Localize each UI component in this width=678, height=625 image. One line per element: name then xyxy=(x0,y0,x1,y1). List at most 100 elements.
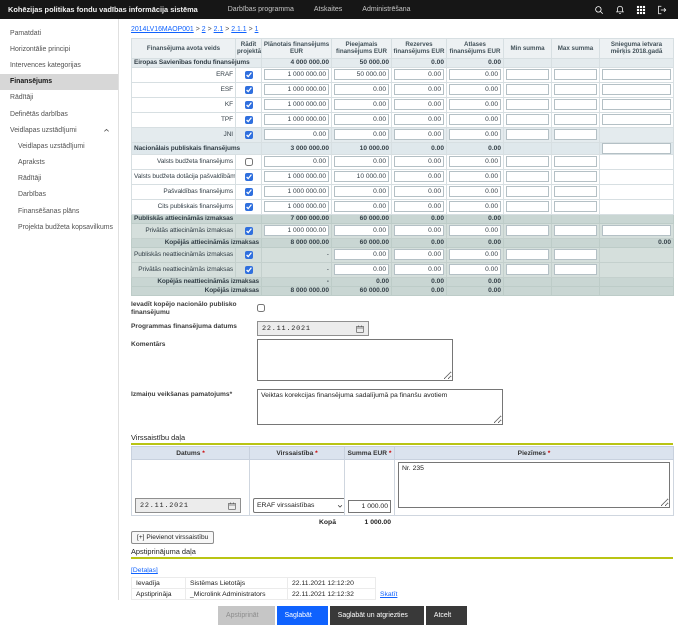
planned-amount-input[interactable] xyxy=(264,186,329,197)
search-icon[interactable] xyxy=(591,2,607,18)
target-2018-amount-input[interactable] xyxy=(602,114,671,125)
min-amount-input[interactable] xyxy=(506,186,549,197)
max-amount-input[interactable] xyxy=(554,114,597,125)
max-amount-input[interactable] xyxy=(554,249,597,260)
show-in-project-checkbox[interactable] xyxy=(245,251,253,259)
planned-amount-input[interactable] xyxy=(264,156,329,167)
reserve-amount-input[interactable] xyxy=(394,114,444,125)
add-virssaistiba-button[interactable]: [+] Pievienot virssaistību xyxy=(131,531,214,544)
sidebar-item[interactable]: Horizontālie principi xyxy=(0,41,118,57)
target-2018-amount-input[interactable] xyxy=(602,143,671,154)
reserve-amount-input[interactable] xyxy=(394,264,444,275)
breadcrumb-link[interactable]: 2.1.1 xyxy=(231,26,246,33)
top-menu-item[interactable]: Administrēšana xyxy=(362,6,410,13)
selection-amount-input[interactable] xyxy=(449,249,501,260)
max-amount-input[interactable] xyxy=(554,186,597,197)
national-total-checkbox[interactable] xyxy=(257,304,265,312)
show-in-project-checkbox[interactable] xyxy=(245,131,253,139)
apstiprin-t-button[interactable]: Apstiprināt xyxy=(218,606,275,625)
planned-amount-input[interactable] xyxy=(264,69,329,80)
sidebar-item[interactable]: Darbības xyxy=(0,187,118,203)
planned-amount-input[interactable] xyxy=(264,114,329,125)
planned-amount-input[interactable] xyxy=(264,129,329,140)
selection-amount-input[interactable] xyxy=(449,129,501,140)
virssaistiba-amount-input[interactable] xyxy=(348,500,391,513)
breadcrumb-link[interactable]: 2.1 xyxy=(214,26,224,33)
min-amount-input[interactable] xyxy=(506,129,549,140)
reserve-amount-input[interactable] xyxy=(394,225,444,236)
saglab-t-button[interactable]: Saglabāt xyxy=(277,606,328,625)
details-link[interactable]: [Detaļas] xyxy=(131,567,158,574)
planned-amount-input[interactable] xyxy=(264,201,329,212)
target-2018-amount-input[interactable] xyxy=(602,84,671,95)
comment-textarea[interactable] xyxy=(257,339,453,381)
min-amount-input[interactable] xyxy=(506,249,549,260)
max-amount-input[interactable] xyxy=(554,84,597,95)
reserve-amount-input[interactable] xyxy=(394,69,444,80)
program-date-input[interactable]: 22.11.2021 xyxy=(257,321,369,336)
available-amount-input[interactable] xyxy=(334,264,389,275)
reserve-amount-input[interactable] xyxy=(394,249,444,260)
reserve-amount-input[interactable] xyxy=(394,201,444,212)
show-in-project-checkbox[interactable] xyxy=(245,101,253,109)
sidebar-item[interactable]: Finansējums xyxy=(0,74,118,90)
change-reason-textarea[interactable]: Veiktas korekcijas finansējuma sadalījum… xyxy=(257,389,503,425)
max-amount-input[interactable] xyxy=(554,129,597,140)
virssaistiba-notes-textarea[interactable]: Nr. 235 xyxy=(398,462,670,508)
reserve-amount-input[interactable] xyxy=(394,84,444,95)
min-amount-input[interactable] xyxy=(506,225,549,236)
max-amount-input[interactable] xyxy=(554,264,597,275)
available-amount-input[interactable] xyxy=(334,99,389,110)
reserve-amount-input[interactable] xyxy=(394,99,444,110)
selection-amount-input[interactable] xyxy=(449,201,501,212)
min-amount-input[interactable] xyxy=(506,114,549,125)
show-in-project-checkbox[interactable] xyxy=(245,266,253,274)
show-in-project-checkbox[interactable] xyxy=(245,188,253,196)
min-amount-input[interactable] xyxy=(506,156,549,167)
breadcrumb-link[interactable]: 2 xyxy=(202,26,206,33)
available-amount-input[interactable] xyxy=(334,69,389,80)
planned-amount-input[interactable] xyxy=(264,84,329,95)
logout-icon[interactable] xyxy=(654,2,670,18)
reserve-amount-input[interactable] xyxy=(394,186,444,197)
selection-amount-input[interactable] xyxy=(449,69,501,80)
show-in-project-checkbox[interactable] xyxy=(245,86,253,94)
min-amount-input[interactable] xyxy=(506,84,549,95)
show-in-project-checkbox[interactable] xyxy=(245,173,253,181)
max-amount-input[interactable] xyxy=(554,69,597,80)
available-amount-input[interactable] xyxy=(334,129,389,140)
min-amount-input[interactable] xyxy=(506,99,549,110)
selection-amount-input[interactable] xyxy=(449,114,501,125)
sidebar-item[interactable]: Finansēšanas plāns xyxy=(0,203,118,219)
available-amount-input[interactable] xyxy=(334,186,389,197)
planned-amount-input[interactable] xyxy=(264,171,329,182)
atcelt-button[interactable]: Atcelt xyxy=(426,606,467,625)
min-amount-input[interactable] xyxy=(506,69,549,80)
breadcrumb-link[interactable]: 2014LV16MAOP001 xyxy=(131,26,194,33)
target-2018-amount-input[interactable] xyxy=(602,225,671,236)
top-menu-item[interactable]: Atskaites xyxy=(314,6,342,13)
sidebar-item[interactable]: Rādītāji xyxy=(0,171,118,187)
min-amount-input[interactable] xyxy=(506,171,549,182)
saglab-t-un-atgriezties-button[interactable]: Saglabāt un atgriezties xyxy=(330,606,424,625)
selection-amount-input[interactable] xyxy=(449,186,501,197)
sidebar-item[interactable]: Apraksts xyxy=(0,155,118,171)
reserve-amount-input[interactable] xyxy=(394,156,444,167)
available-amount-input[interactable] xyxy=(334,114,389,125)
max-amount-input[interactable] xyxy=(554,156,597,167)
planned-amount-input[interactable] xyxy=(264,225,329,236)
reserve-amount-input[interactable] xyxy=(394,129,444,140)
max-amount-input[interactable] xyxy=(554,99,597,110)
max-amount-input[interactable] xyxy=(554,171,597,182)
sidebar-item[interactable]: Projekta budžeta kopsavilkums xyxy=(0,219,118,235)
sidebar-item[interactable]: Intervences kategorijas xyxy=(0,57,118,73)
available-amount-input[interactable] xyxy=(334,249,389,260)
selection-amount-input[interactable] xyxy=(449,225,501,236)
show-in-project-checkbox[interactable] xyxy=(245,203,253,211)
apps-grid-icon[interactable] xyxy=(633,2,649,18)
target-2018-amount-input[interactable] xyxy=(602,99,671,110)
selection-amount-input[interactable] xyxy=(449,99,501,110)
show-in-project-checkbox[interactable] xyxy=(245,158,253,166)
view-link[interactable]: Skatīt xyxy=(380,591,397,598)
min-amount-input[interactable] xyxy=(506,201,549,212)
